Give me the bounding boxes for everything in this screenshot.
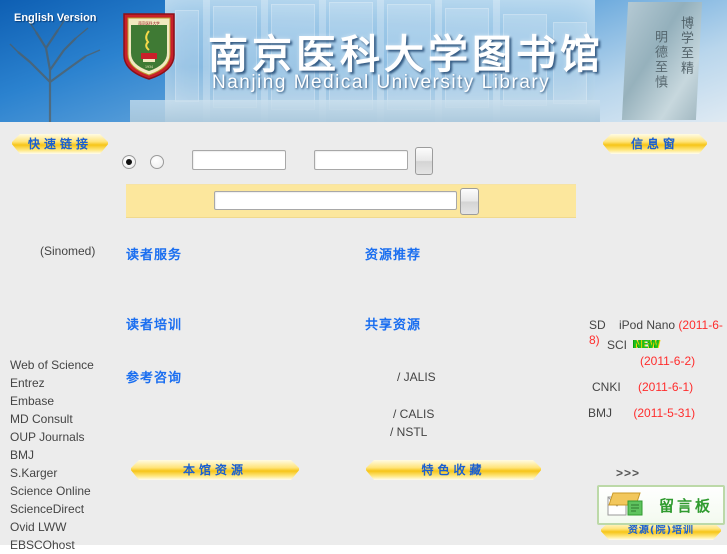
list-item[interactable]: Entrez [10, 374, 115, 392]
main-search-input[interactable] [214, 191, 457, 210]
nstl-link[interactable]: / NSTL [390, 425, 427, 439]
envelope-icon [607, 492, 643, 516]
database-list: Web of Science Entrez Embase MD Consult … [10, 356, 115, 554]
link-reader-service[interactable]: 读者服务 [126, 244, 182, 263]
stone-inscription-right: 博学至精 [678, 16, 693, 76]
link-reference-consult[interactable]: 参考咨询 [126, 367, 182, 386]
tree-decoration-icon [9, 17, 101, 122]
news-label-a[interactable]: SD [589, 318, 606, 332]
list-item[interactable]: BMJ [10, 446, 115, 464]
sinomed-label[interactable]: (Sinomed) [40, 244, 95, 258]
plaza-foreground [130, 100, 600, 122]
news-date: (2011-5-31) [633, 406, 696, 420]
news-label-a[interactable]: BMJ [588, 406, 612, 420]
news-date: (2011-6-1) [638, 380, 694, 394]
svg-text:1934: 1934 [145, 65, 153, 69]
news-item: BMJ (2011-5-31) [588, 406, 695, 420]
message-board-label: 留言板 [658, 497, 713, 515]
search-field-2[interactable] [314, 150, 408, 170]
search-scope-radio-a[interactable] [122, 155, 136, 169]
english-version-link[interactable]: English Version [14, 12, 97, 24]
list-item[interactable]: EBSCOhost [10, 536, 115, 554]
jalis-link[interactable]: / JALIS [397, 370, 436, 384]
main-search-submit-button[interactable] [460, 188, 479, 215]
search-scope-radio-b[interactable] [150, 155, 164, 169]
news-item: CNKI (2011-6-1) [592, 380, 693, 394]
search-submit-button[interactable] [415, 147, 433, 175]
news-date: (2011-6-2) [640, 354, 696, 368]
list-item[interactable]: Embase [10, 392, 115, 410]
page-content: 快速链接 信息窗 本馆资源 特色收藏 资源(院)培训 读者服务 读者培训 参考咨… [0, 122, 727, 552]
site-title-english: Nanjing Medical University Library [212, 72, 551, 93]
message-board-button[interactable]: 留言板 [597, 485, 725, 525]
list-item[interactable]: ScienceDirect [10, 500, 115, 518]
university-crest-icon: 南京医科大学 1934 [123, 13, 175, 80]
list-item[interactable]: Web of Science [10, 356, 115, 374]
link-shared-resources[interactable]: 共享资源 [365, 314, 421, 333]
site-header-banner: 博学至精 明德至慎 English Version 南京医科大学 1934 南京… [0, 0, 727, 122]
list-item[interactable]: S.Karger [10, 464, 115, 482]
search-field-1[interactable] [192, 150, 286, 170]
list-item[interactable]: OUP Journals [10, 428, 115, 446]
news-label-a[interactable]: CNKI [592, 380, 621, 394]
news-item: SD iPod Nano (2011-6-8) [589, 318, 727, 348]
list-item[interactable]: Science Online [10, 482, 115, 500]
news-item: (2011-6-2) [640, 354, 695, 368]
info-window-banner[interactable]: 信息窗 [603, 134, 707, 154]
list-item[interactable]: Ovid LWW [10, 518, 115, 536]
special-collection-banner[interactable]: 特色收藏 [366, 460, 541, 480]
news-label-b[interactable]: iPod Nano [619, 318, 675, 332]
svg-text:南京医科大学: 南京医科大学 [138, 20, 160, 25]
local-resources-banner[interactable]: 本馆资源 [131, 460, 299, 480]
quick-links-banner[interactable]: 快速链接 [12, 134, 108, 154]
stone-inscription-left: 明德至慎 [652, 30, 667, 90]
list-item[interactable]: MD Consult [10, 410, 115, 428]
link-reader-training[interactable]: 读者培训 [126, 314, 182, 333]
calis-link[interactable]: / CALIS [393, 407, 434, 421]
more-news-link[interactable]: >>> [616, 466, 640, 480]
link-resource-recommend[interactable]: 资源推荐 [365, 244, 421, 263]
